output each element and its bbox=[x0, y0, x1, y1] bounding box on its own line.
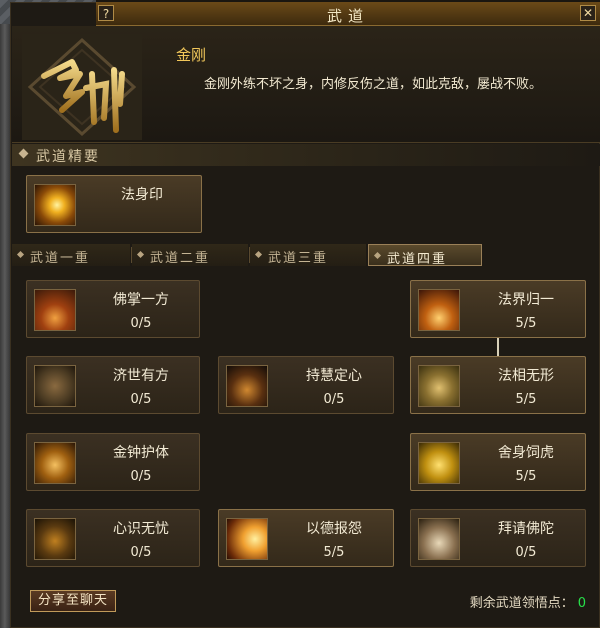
buddha-palm-icon bbox=[34, 289, 76, 331]
skill-name: 持慧定心 bbox=[306, 368, 362, 384]
close-button[interactable]: ✕ bbox=[580, 5, 596, 21]
meditation-figure-icon bbox=[226, 365, 268, 407]
skill-name: 法相无形 bbox=[498, 368, 554, 384]
skill-name: 舍身饲虎 bbox=[498, 445, 554, 461]
diamond-bullet-icon bbox=[373, 251, 382, 260]
skill-card[interactable]: 以德报怨 5/5 bbox=[218, 509, 394, 567]
skill-level: 0/5 bbox=[323, 392, 345, 407]
skill-level: 5/5 bbox=[515, 469, 537, 484]
golden-aura-icon bbox=[34, 184, 76, 226]
remaining-points: 剩余武道领悟点： 0 bbox=[470, 592, 586, 611]
stone-hand-icon bbox=[418, 365, 460, 407]
tier-tabs: 武道一重 武道二重 武道三重 武道四重 bbox=[12, 244, 600, 267]
school-name: 金刚 bbox=[176, 46, 207, 64]
core-skill-card[interactable]: 法身印 bbox=[26, 175, 202, 233]
skill-level: 5/5 bbox=[515, 316, 537, 331]
skill-name: 法界归一 bbox=[498, 292, 554, 308]
school-description: 金刚外练不坏之身，内修反伤之道，如此克敌，屡战不败。 bbox=[204, 77, 543, 92]
light-burst-icon bbox=[226, 518, 268, 560]
tab-tier-2[interactable]: 武道二重 bbox=[132, 244, 248, 266]
school-emblem-icon bbox=[22, 34, 142, 140]
kick-figure-icon bbox=[34, 518, 76, 560]
diamond-bullet-icon bbox=[254, 250, 263, 259]
skill-name: 济世有方 bbox=[113, 368, 169, 384]
share-to-chat-button[interactable]: 分享至聊天 bbox=[30, 590, 116, 612]
skill-name: 以德报怨 bbox=[306, 521, 362, 537]
skill-card[interactable]: 心识无忧 0/5 bbox=[26, 509, 200, 567]
tab-label: 武道四重 bbox=[387, 252, 448, 267]
skill-name: 金钟护体 bbox=[113, 445, 169, 461]
tab-label: 武道一重 bbox=[30, 251, 91, 266]
core-skill-name: 法身印 bbox=[121, 187, 163, 203]
tab-label: 武道二重 bbox=[150, 251, 211, 266]
dharma-realm-icon bbox=[418, 289, 460, 331]
points-value: 0 bbox=[577, 596, 586, 611]
skill-level: 5/5 bbox=[323, 545, 345, 560]
skill-name: 心识无忧 bbox=[113, 521, 169, 537]
diamond-bullet-icon bbox=[136, 250, 145, 259]
section-title: 武道精要 bbox=[36, 149, 100, 165]
skill-card[interactable]: 金钟护体 0/5 bbox=[26, 433, 200, 491]
tab-tier-3[interactable]: 武道三重 bbox=[250, 244, 366, 266]
skill-level: 0/5 bbox=[515, 545, 537, 560]
skill-level: 0/5 bbox=[130, 316, 152, 331]
skill-card[interactable]: 持慧定心 0/5 bbox=[218, 356, 394, 414]
school-header: 金刚 金刚外练不坏之身，内修反伤之道，如此克敌，屡战不败。 bbox=[12, 26, 600, 143]
core-section-header: 武道精要 bbox=[12, 144, 600, 166]
skill-name: 拜请佛陀 bbox=[498, 521, 554, 537]
help-button[interactable]: ? bbox=[98, 5, 114, 21]
skill-level: 0/5 bbox=[130, 469, 152, 484]
skill-card[interactable]: 济世有方 0/5 bbox=[26, 356, 200, 414]
skill-card[interactable]: 法界归一 5/5 bbox=[410, 280, 586, 338]
golden-bell-icon bbox=[34, 442, 76, 484]
skill-level: 5/5 bbox=[515, 392, 537, 407]
diamond-bullet-icon bbox=[16, 250, 25, 259]
tab-tier-1[interactable]: 武道一重 bbox=[12, 244, 130, 266]
window-title: 武道 bbox=[326, 7, 369, 25]
skill-card[interactable]: 拜请佛陀 0/5 bbox=[410, 509, 586, 567]
skill-card[interactable]: 舍身饲虎 5/5 bbox=[410, 433, 586, 491]
title-bar[interactable]: 武道 bbox=[96, 2, 600, 26]
skill-connector bbox=[497, 338, 499, 358]
swastika-icon bbox=[34, 365, 76, 407]
golden-figure-icon bbox=[418, 442, 460, 484]
skill-name: 佛掌一方 bbox=[113, 292, 169, 308]
reclining-buddha-icon bbox=[418, 518, 460, 560]
diamond-bullet-icon bbox=[18, 148, 29, 159]
skill-card[interactable]: 佛掌一方 0/5 bbox=[26, 280, 200, 338]
tab-tier-4[interactable]: 武道四重 bbox=[368, 244, 482, 267]
skill-card[interactable]: 法相无形 5/5 bbox=[410, 356, 586, 414]
tab-label: 武道三重 bbox=[268, 251, 329, 266]
skill-level: 0/5 bbox=[130, 545, 152, 560]
skill-level: 0/5 bbox=[130, 392, 152, 407]
points-label: 剩余武道领悟点： bbox=[469, 596, 574, 611]
